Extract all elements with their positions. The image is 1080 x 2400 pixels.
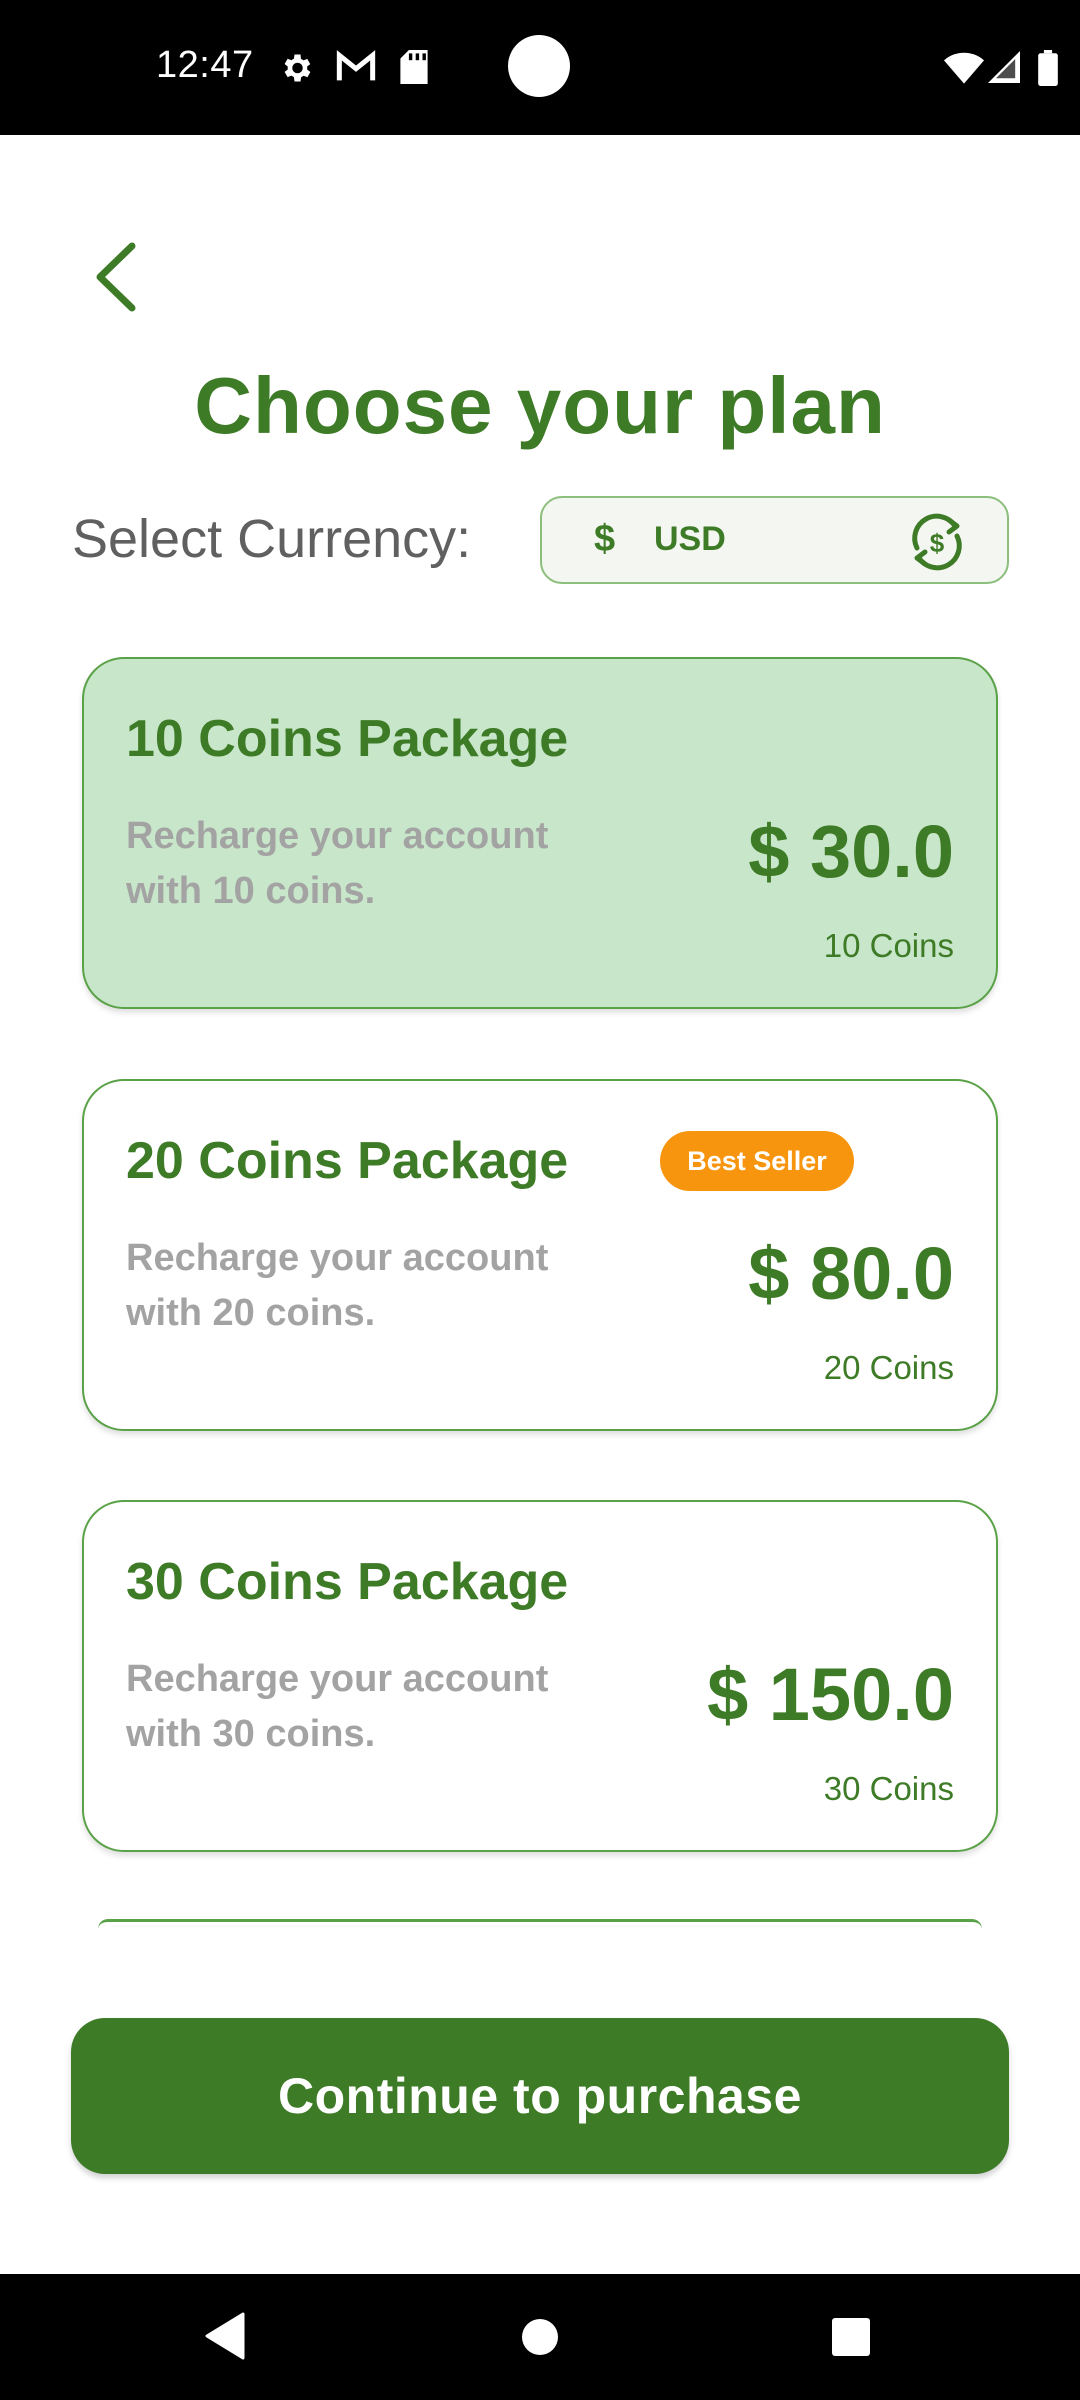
plan-price: $ 150.0 bbox=[707, 1653, 954, 1736]
plan-name: 10 Coins Package bbox=[126, 710, 569, 768]
currency-exchange-icon[interactable]: $ bbox=[905, 510, 969, 574]
camera-cutout bbox=[508, 35, 570, 97]
plan-card-30-coins[interactable]: 30 Coins Package Recharge your account w… bbox=[82, 1500, 998, 1852]
plan-price: $ 80.0 bbox=[748, 1232, 954, 1315]
chevron-left-icon bbox=[96, 242, 136, 312]
plan-description: Recharge your account with 30 coins. bbox=[126, 1658, 549, 1755]
currency-selector[interactable]: $ USD $ bbox=[540, 496, 1009, 584]
plan-coins: 10 Coins bbox=[823, 927, 954, 964]
gmail-icon bbox=[336, 50, 376, 89]
plan-name: 20 Coins Package bbox=[126, 1132, 569, 1190]
best-seller-badge: Best Seller bbox=[660, 1131, 854, 1191]
navigation-bar bbox=[0, 2274, 1080, 2400]
continue-to-purchase-button[interactable]: Continue to purchase bbox=[71, 2018, 1009, 2174]
plan-name: 30 Coins Package bbox=[126, 1553, 569, 1611]
svg-text:$: $ bbox=[930, 528, 945, 558]
currency-symbol: $ bbox=[594, 518, 616, 560]
page-title: Choose your plan bbox=[194, 361, 886, 450]
plan-coins: 20 Coins bbox=[823, 1349, 954, 1386]
back-button[interactable] bbox=[80, 232, 150, 322]
battery-icon bbox=[1038, 50, 1058, 91]
status-bar: 12:47 bbox=[0, 0, 1080, 135]
currency-label: Select Currency: bbox=[72, 509, 472, 569]
signal-icon bbox=[988, 50, 1020, 89]
plan-coins: 30 Coins bbox=[823, 1770, 954, 1807]
plan-description: Recharge your account with 10 coins. bbox=[126, 815, 549, 912]
wifi-icon bbox=[944, 50, 984, 89]
status-time: 12:47 bbox=[156, 44, 254, 86]
plan-card-partial[interactable] bbox=[98, 1919, 982, 1929]
home-circle-icon[interactable] bbox=[521, 2318, 559, 2361]
settings-icon bbox=[278, 50, 314, 91]
plan-card-20-coins[interactable]: 20 Coins Package Best Seller Recharge yo… bbox=[82, 1079, 998, 1431]
plan-price: $ 30.0 bbox=[748, 810, 954, 893]
back-triangle-icon[interactable] bbox=[203, 2312, 247, 2365]
currency-code: USD bbox=[654, 520, 726, 558]
plan-card-10-coins[interactable]: 10 Coins Package Recharge your account w… bbox=[82, 657, 998, 1009]
sd-card-icon bbox=[400, 50, 428, 89]
plan-description: Recharge your account with 20 coins. bbox=[126, 1237, 549, 1334]
recents-square-icon[interactable] bbox=[832, 2318, 870, 2361]
